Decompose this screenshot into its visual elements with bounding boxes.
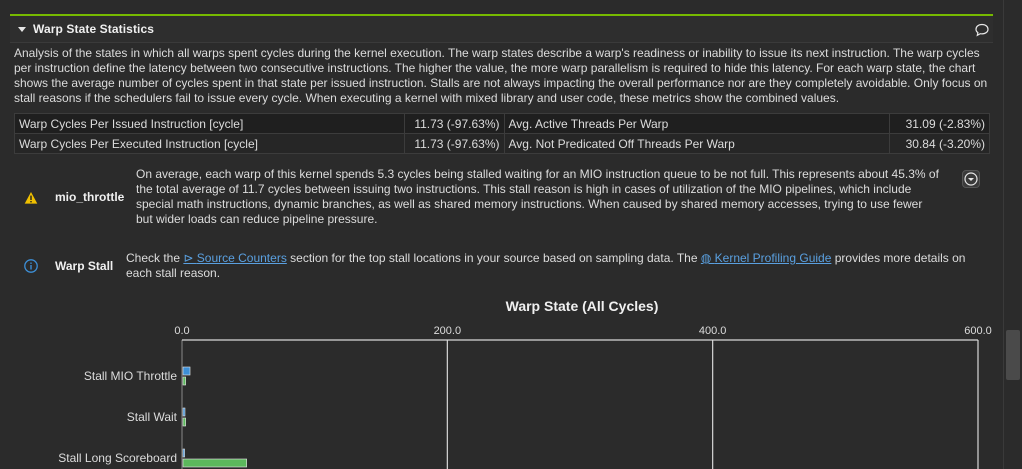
rule-text-segment: section for the top stall locations in y… — [286, 251, 701, 265]
warp-state-statistics-section: Warp State Statistics Analysis of the st… — [10, 14, 993, 469]
metric-value: 11.73 (-97.63%) — [403, 113, 505, 134]
scrollbar-thumb[interactable] — [1006, 330, 1020, 380]
metric-value: 11.73 (-97.63%) — [403, 133, 505, 154]
collapse-arrow-icon[interactable] — [18, 27, 26, 32]
category-label: Stall Wait — [127, 410, 178, 424]
rule-line: each stall reason. — [126, 266, 221, 280]
chevron-down-icon — [964, 172, 978, 186]
link-arrow-icon: ⊳ — [183, 251, 197, 265]
metric-value: 30.84 (-3.20%) — [889, 133, 990, 154]
bar — [182, 376, 186, 386]
rule-text-segment: Check the — [126, 251, 184, 265]
rule-name: Warp Stall — [55, 259, 114, 273]
metric-label: Warp Cycles Per Executed Instruction [cy… — [14, 133, 405, 154]
source-counters-link[interactable]: ⊳ Source Counters — [183, 251, 286, 265]
bar — [182, 407, 186, 417]
bar — [182, 366, 191, 376]
globe-icon: ◍ — [700, 251, 715, 265]
link-label: Source Counters — [196, 251, 287, 265]
rule-name: mio_throttle — [55, 190, 125, 204]
table-row: Warp Cycles Per Executed Instruction [cy… — [14, 133, 990, 154]
bar — [182, 417, 186, 427]
metric-value: 31.09 (-2.83%) — [889, 113, 990, 134]
vertical-scrollbar[interactable] — [1003, 0, 1022, 469]
tick-label: 200.0 — [434, 325, 462, 337]
rule-line: On average, each warp of this kernel spe… — [136, 167, 939, 181]
metric-label: Warp Cycles Per Issued Instruction [cycl… — [14, 113, 405, 134]
expand-rule-button[interactable] — [962, 170, 980, 188]
bar — [182, 458, 247, 468]
category-label: Stall Long Scoreboard — [58, 451, 177, 465]
rule-line: special math instructions, dynamic branc… — [136, 197, 923, 211]
info-icon — [24, 259, 38, 273]
metric-label: Avg. Active Threads Per Warp — [503, 113, 890, 134]
tick-label: 600.0 — [964, 325, 992, 337]
rule-description: On average, each warp of this kernel spe… — [136, 167, 939, 227]
chart-title: Warp State (All Cycles) — [506, 298, 659, 314]
warning-icon — [24, 192, 38, 204]
metric-label: Avg. Not Predicated Off Threads Per Warp — [503, 133, 890, 154]
section-header[interactable]: Warp State Statistics — [10, 16, 993, 43]
kernel-profiling-guide-link[interactable]: ◍ Kernel Profiling Guide — [701, 251, 832, 265]
rule-line: Check the ⊳ Source Counters section for … — [126, 251, 965, 266]
warp-state-chart: Warp State (All Cycles) 0.0 200.0 400.0 600.… — [58, 298, 992, 469]
comment-icon[interactable] — [975, 23, 989, 37]
tick-label: 0.0 — [174, 325, 189, 337]
rule-warp-stall: Warp Stall Check the ⊳ Source Counters s… — [10, 250, 993, 282]
tick-label: 400.0 — [699, 325, 727, 337]
rule-text-segment: provides more details on — [831, 251, 966, 265]
rule-line: but wider loads can reduce pipeline pres… — [136, 212, 378, 226]
rule-line: the total average of 11.7 cycles between… — [136, 182, 912, 196]
table-row: Warp Cycles Per Issued Instruction [cycl… — [14, 113, 990, 134]
bar — [182, 448, 185, 458]
section-description: Analysis of the states in which all warp… — [14, 46, 988, 105]
rule-mio-throttle: mio_throttle On average, each warp of th… — [10, 166, 993, 230]
section-title: Warp State Statistics — [33, 22, 155, 36]
category-label: Stall MIO Throttle — [84, 369, 177, 383]
rule-description: Check the ⊳ Source Counters section for … — [126, 251, 965, 281]
link-label: Kernel Profiling Guide — [714, 251, 832, 265]
metrics-table: Warp Cycles Per Issued Instruction [cycl… — [14, 113, 990, 154]
